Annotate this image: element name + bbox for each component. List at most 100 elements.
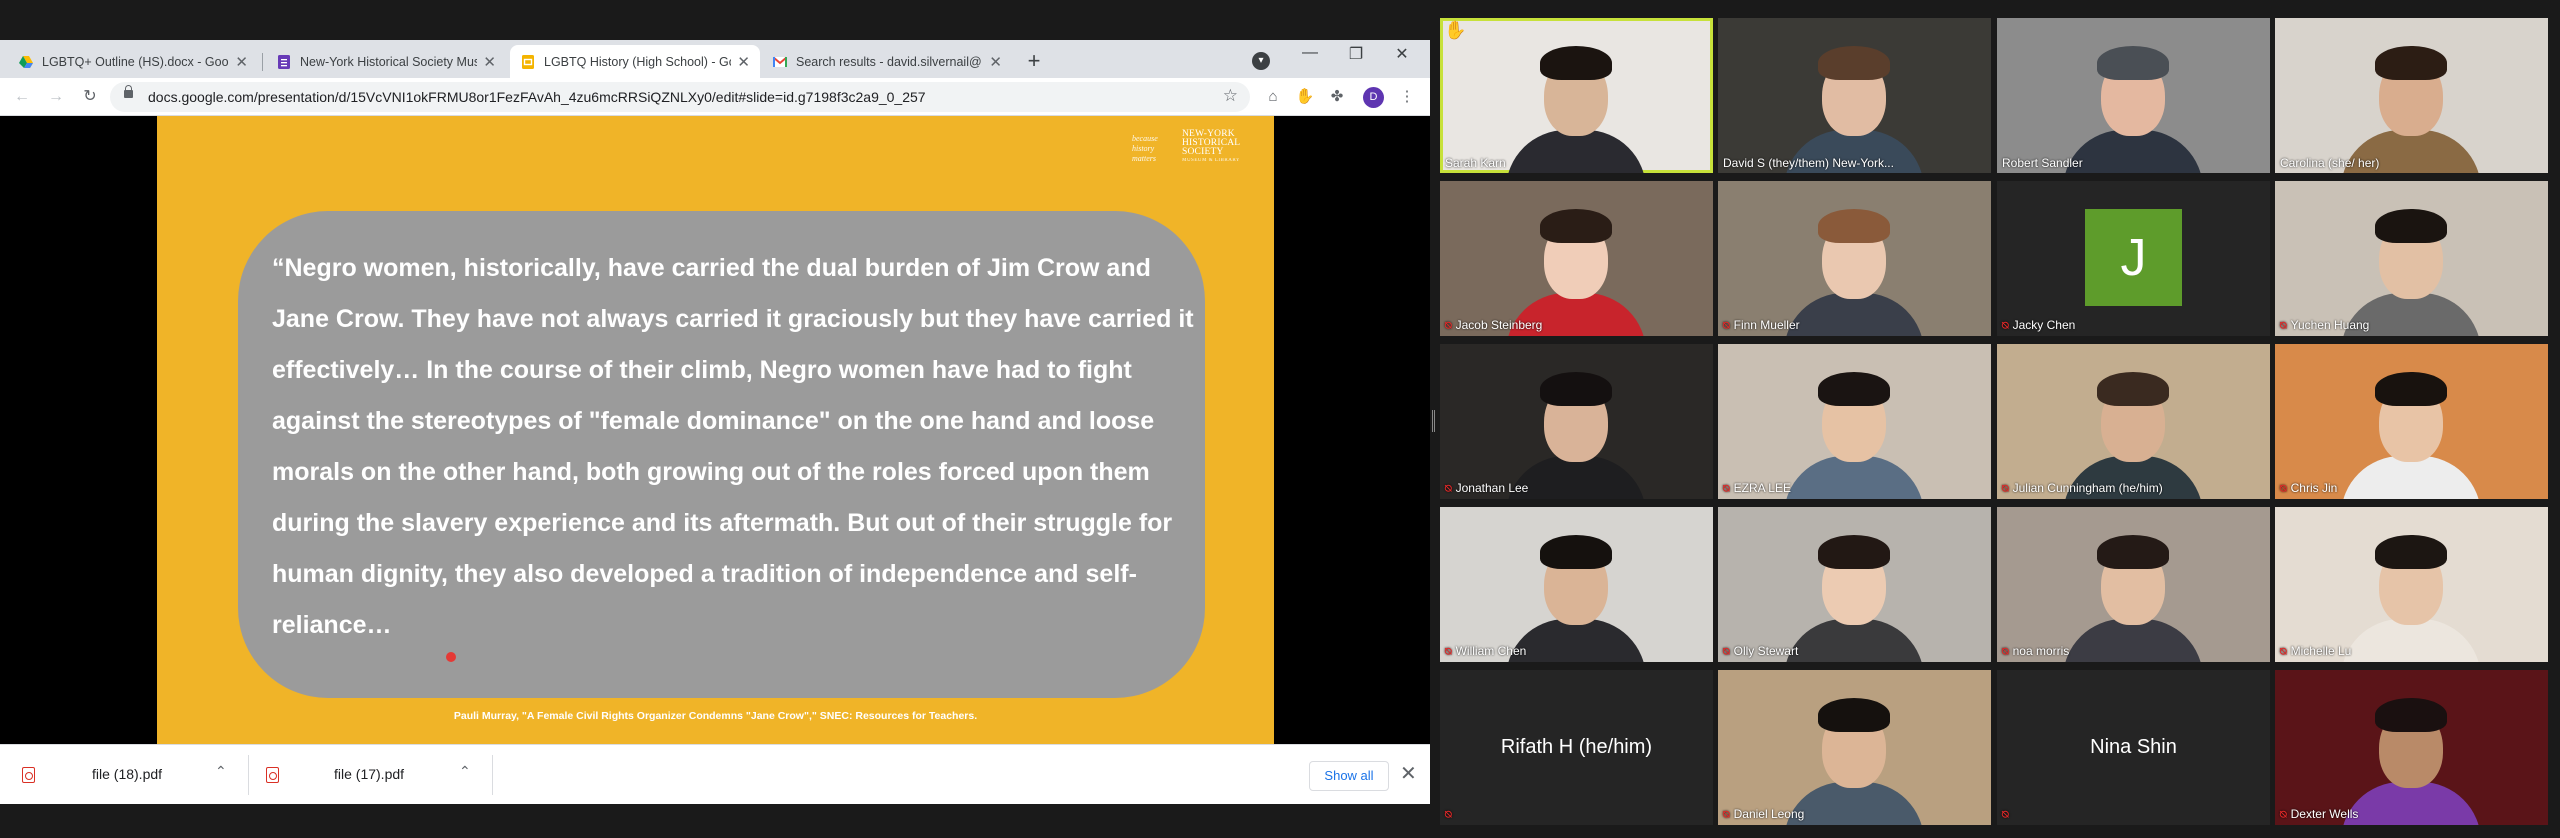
tab-lgbtq-outline[interactable]: LGBTQ+ Outline (HS).docx - Goo ✕ [8,45,258,78]
chevron-up-icon[interactable]: ⌃ [215,763,227,780]
participant-hair [2375,372,2447,406]
slides-icon [520,54,536,70]
participant-name: Carolina (she/ her) [2280,156,2379,170]
pdf-icon [22,767,35,783]
participant-initial-avatar: J [2085,209,2182,306]
participant-tile[interactable]: ⍉ Dexter Wells [2275,670,2548,825]
participant-hair [2097,535,2169,569]
participant-torso [1506,619,1646,662]
participant-tile[interactable]: ⍉ noa morris [1997,507,2270,662]
close-window-button[interactable]: ✕ [1382,44,1422,64]
participant-tile[interactable]: ⍉ Chris Jin [2275,344,2548,499]
participant-tile[interactable]: Nina Shin ⍉ [1997,670,2270,825]
participant-torso [1506,130,1646,173]
close-tab-icon[interactable]: ✕ [235,53,248,71]
extension-icon[interactable]: ⌂ [1262,86,1284,108]
participant-name: ⍉ noa morris [2002,644,2069,659]
participant-tile[interactable]: ⍉ Julian Cunningham (he/him) [1997,344,2270,499]
muted-mic-icon: ⍉ [2280,483,2287,495]
participant-tile[interactable]: ⍉ Finn Mueller [1718,181,1991,336]
participant-hair [1818,698,1890,732]
new-tab-button[interactable]: + [1020,48,1048,76]
download-divider [492,755,493,795]
participant-name: ⍉ Jacob Steinberg [1445,318,1542,333]
tab-search-icon[interactable]: ▾ [1252,52,1270,70]
participant-name: David S (they/them) New-York... [1723,156,1894,170]
slide: because history matters NEW-YORK HISTORI… [157,116,1274,744]
gmail-icon [772,54,788,70]
participant-hair [1540,535,1612,569]
participant-torso [1784,619,1924,662]
participant-hair [2375,46,2447,80]
participant-name: ⍉ Julian Cunningham (he/him) [2002,481,2163,496]
participant-hair [1540,46,1612,80]
participant-tile[interactable]: Carolina (she/ her) [2275,18,2548,173]
close-downloads-icon[interactable]: ✕ [1400,761,1417,786]
participant-name: ⍉ Daniel Leong [1723,807,1804,822]
download-item-name[interactable]: file (18).pdf [92,766,162,782]
muted-mic-icon: ⍉ [1445,320,1452,332]
back-icon[interactable]: ← [10,85,34,109]
show-all-button[interactable]: Show all [1309,761,1389,791]
participant-display-name: Rifath H (he/him) [1500,736,1653,758]
participant-tile[interactable]: ⍉ Yuchen Huang [2275,181,2548,336]
screen: LGBTQ+ Outline (HS).docx - Goo ✕ New-Yor… [0,0,2560,838]
close-tab-icon[interactable]: ✕ [483,53,496,71]
participant-name: ⍉ Yuchen Huang [2280,318,2369,333]
menu-kebab-icon[interactable]: ⋮ [1396,86,1418,108]
tab-gmail[interactable]: Search results - david.silvernail@ ✕ [762,45,1012,78]
tab-divider [262,53,263,71]
participant-name-label: Jacob Steinberg [1455,318,1543,332]
participant-torso [2063,130,2203,173]
participant-tile[interactable]: ⍉ EZRA LEE [1718,344,1991,499]
participant-tile[interactable]: Robert Sandler [1997,18,2270,173]
tab-lgbtq-history[interactable]: LGBTQ History (High School) - Go ✕ [510,45,760,78]
close-tab-icon[interactable]: ✕ [989,53,1002,71]
participant-tile[interactable]: ⍉ William Chen [1440,507,1713,662]
restore-button[interactable]: ❐ [1336,44,1376,64]
raised-hand-icon: ✋ [1444,20,1467,40]
participant-tile[interactable]: ⍉ Michelle Lu [2275,507,2548,662]
profile-avatar[interactable]: D [1363,87,1384,108]
bookmark-star-icon[interactable]: ☆ [1223,86,1238,106]
participant-torso [1784,456,1924,499]
participant-tile[interactable]: ✋ Sarah Karn [1440,18,1713,173]
participant-tile[interactable]: J ⍉ Jacky Chen [1997,181,2270,336]
logo-tagline: because history matters [1132,134,1158,163]
participant-tile[interactable]: David S (they/them) New-York... [1718,18,1991,173]
laser-pointer [446,652,456,662]
download-item-name[interactable]: file (17).pdf [334,766,404,782]
forward-icon[interactable]: → [44,85,68,109]
close-tab-icon[interactable]: ✕ [737,53,750,71]
participant-tile[interactable]: Rifath H (he/him) ⍉ [1440,670,1713,825]
split-handle[interactable] [1432,410,1435,432]
chevron-up-icon[interactable]: ⌃ [459,763,471,780]
participant-name-label: Julian Cunningham (he/him) [2012,481,2163,495]
participant-display-name: Nina Shin [2090,736,2177,758]
tab-strip: LGBTQ+ Outline (HS).docx - Goo ✕ New-Yor… [0,40,1430,78]
participant-tile[interactable]: ⍉ Jacob Steinberg [1440,181,1713,336]
participant-name: ⍉ Jonathan Lee [1445,481,1528,496]
participant-hair [1818,209,1890,243]
participant-name-label: Carolina (she/ her) [2280,156,2380,170]
downloads-bar: file (18).pdf ⌃ file (17).pdf ⌃ Show all… [0,744,1430,804]
participant-tile[interactable]: ⍉ Daniel Leong [1718,670,1991,825]
participant-tile[interactable]: ⍉ Olly Stewart [1718,507,1991,662]
reload-icon[interactable]: ↻ [78,85,102,109]
url-text: docs.google.com/presentation/d/15VcVNI1o… [148,89,926,105]
participant-name-label: Jonathan Lee [1455,481,1529,495]
minimize-button[interactable]: — [1290,44,1330,62]
zoom-gallery: ✋ Sarah Karn David S (they/them) New-York.… [1440,18,2560,825]
puzzle-extensions-icon[interactable]: ✤ [1326,86,1348,108]
forms-icon [276,54,292,70]
participant-hair [2375,698,2447,732]
tab-nyhs[interactable]: New-York Historical Society Mus ✕ [266,45,506,78]
pdf-icon [266,767,279,783]
hand-extension-icon[interactable]: ✋ [1294,86,1316,108]
participant-name-label: Finn Mueller [1733,318,1800,332]
participant-name-label: Robert Sandler [2002,156,2083,170]
muted-mic-icon: ⍉ [1445,809,1452,821]
muted-mic-icon: ⍉ [2002,646,2009,658]
address-bar[interactable]: docs.google.com/presentation/d/15VcVNI1o… [110,82,1250,112]
participant-tile[interactable]: ⍉ Jonathan Lee [1440,344,1713,499]
